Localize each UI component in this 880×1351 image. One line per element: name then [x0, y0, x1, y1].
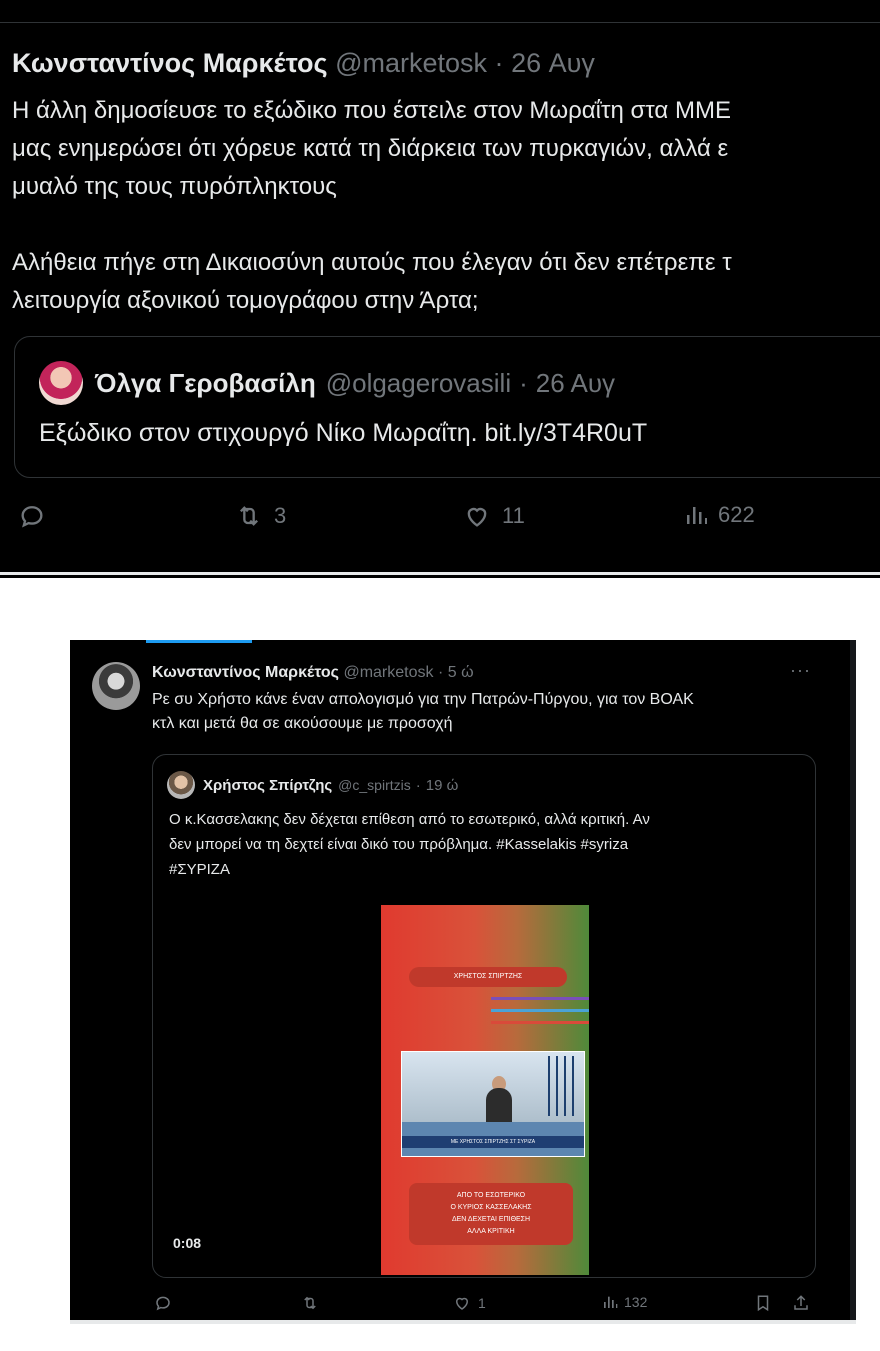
- tweet-line: #ΣΥΡΙΖΑ: [169, 861, 230, 878]
- avatar[interactable]: [92, 662, 140, 710]
- video-caption-top: ΧΡΗΣΤΟΣ ΣΠΙΡΤΖΗΣ: [409, 967, 567, 987]
- author-name[interactable]: Κωνσταντίνος Μαρκέτος: [152, 664, 339, 681]
- quoted-tweet-date[interactable]: 26 Αυγ: [536, 368, 615, 399]
- tweet-text: Η άλλη δημοσίευσε το εξώδικο που έστειλε…: [12, 92, 880, 320]
- tweet-actions: 3 11 622: [18, 502, 878, 542]
- tweet-line: κτλ και μετά θα σε ακούσουμε με προσοχή: [152, 715, 453, 732]
- retweet-icon: [240, 506, 258, 526]
- separator: ·: [519, 367, 528, 398]
- accent-bar: [146, 640, 252, 643]
- retweet-icon: [304, 1296, 316, 1310]
- like-button[interactable]: 1: [452, 1294, 486, 1312]
- share-button[interactable]: [792, 1294, 810, 1312]
- reply-icon: [21, 506, 43, 528]
- tweet-line: μυαλό της τους πυρόπληκτους: [12, 173, 337, 200]
- reply-button[interactable]: [18, 502, 46, 530]
- separator: ·: [415, 776, 421, 794]
- retweet-button[interactable]: 3: [234, 502, 286, 530]
- retweet-button[interactable]: [300, 1294, 320, 1312]
- tweet-header: Κωνσταντίνος Μαρκέτος @marketosk · 26 Αυ…: [12, 48, 595, 79]
- decorative-stripe: [491, 997, 589, 1000]
- like-count: 1: [478, 1295, 486, 1311]
- tweet-date[interactable]: 26 Αυγ: [511, 48, 595, 78]
- tweet-1[interactable]: Κωνσταντίνος Μαρκέτος @marketosk · 26 Αυ…: [0, 0, 880, 578]
- views-icon: [604, 1296, 618, 1308]
- bookmark-button[interactable]: [754, 1294, 772, 1312]
- tweet-line: Η άλλη δημοσίευσε το εξώδικο που έστειλε…: [12, 97, 731, 124]
- share-icon: [794, 1295, 808, 1310]
- tweet-line: λειτουργία αξονικού τομογράφου στην Άρτα…: [12, 287, 479, 314]
- decorative-stripe: [491, 1009, 589, 1012]
- view-count: 132: [624, 1294, 648, 1310]
- quoted-author-handle[interactable]: @c_spirtzis: [338, 777, 411, 793]
- tweet-text: Ρε συ Χρήστο κάνε έναν απολογισμό για τη…: [152, 688, 832, 736]
- separator: ·: [437, 664, 444, 681]
- decorative-stripe: [491, 1021, 589, 1024]
- reply-button[interactable]: [154, 1294, 172, 1312]
- avatar[interactable]: [167, 771, 195, 799]
- retweet-count: 3: [274, 503, 287, 528]
- quoted-author-name[interactable]: Όλγα Γεροβασίλη: [95, 368, 316, 399]
- tweet-line: Ο κ.Κασσελακης δεν δέχεται επίθεση από τ…: [169, 811, 650, 828]
- divider: [0, 572, 880, 575]
- tweet-header: Κωνσταντίνος Μαρκέτος @marketosk · 5 ώ: [152, 664, 474, 682]
- quoted-tweet-header: Χρήστος Σπίρτζης @c_spirtzis · 19 ώ: [167, 771, 458, 799]
- like-icon: [455, 1297, 469, 1310]
- tweet-line: Ρε συ Χρήστο κάνε έναν απολογισμό για τη…: [152, 691, 694, 708]
- tweet-2[interactable]: Κωνσταντίνος Μαρκέτος @marketosk · 5 ώ ·…: [70, 640, 856, 1324]
- tweet-line: μας ενημερώσει ότι χόρευε κατά τη διάρκε…: [12, 135, 729, 162]
- tweet-line: δεν μπορεί να τη δεχτεί είναι δικό του π…: [169, 836, 629, 853]
- author-handle[interactable]: @marketosk: [335, 48, 487, 78]
- quoted-tweet[interactable]: Όλγα Γεροβασίλη @olgagerovasili · 26 Αυγ…: [14, 336, 880, 478]
- author-handle[interactable]: @marketosk: [343, 664, 433, 681]
- views-button[interactable]: 622: [684, 502, 755, 528]
- like-button[interactable]: 11: [462, 502, 525, 530]
- author-name[interactable]: Κωνσταντίνος Μαρκέτος: [12, 48, 328, 78]
- divider: [70, 1320, 856, 1324]
- video-caption-bottom: ΑΠΟ ΤΟ ΕΣΩΤΕΡΙΚΟ Ο ΚΥΡΙΟΣ ΚΑΣΣΕΛΑΚΗΣ ΔΕΝ…: [409, 1183, 573, 1245]
- sidebar-edge: [850, 640, 856, 1324]
- tweet-time[interactable]: 5 ώ: [448, 664, 474, 681]
- quoted-tweet-text: Ο κ.Κασσελακης δεν δέχεται επίθεση από τ…: [169, 807, 809, 882]
- view-count: 622: [718, 502, 755, 527]
- like-icon: [467, 507, 487, 527]
- caption-line: Ο ΚΥΡΙΟΣ ΚΑΣΣΕΛΑΚΗΣ: [450, 1204, 532, 1211]
- bookmark-icon: [757, 1295, 769, 1312]
- video-duration: 0:08: [173, 1235, 202, 1251]
- like-count: 11: [502, 503, 525, 528]
- caption-line: ΑΛΛΑ ΚΡΙΤΙΚΗ: [467, 1228, 515, 1235]
- caption-line: ΑΠΟ ΤΟ ΕΣΩΤΕΡΙΚΟ: [456, 1192, 526, 1199]
- video-ticker: ΜΕ ΧΡΗΣΤΟΣ ΣΠΙΡΤΖΗΣ ΣΤ ΣΥΡΙΖΑ: [402, 1136, 584, 1148]
- quoted-tweet-header: Όλγα Γεροβασίλη @olgagerovasili · 26 Αυγ: [39, 361, 615, 405]
- quoted-tweet[interactable]: Χρήστος Σπίρτζης @c_spirtzis · 19 ώ Ο κ.…: [152, 754, 816, 1278]
- views-icon: [687, 507, 707, 524]
- quoted-tweet-text: Εξώδικο στον στιχουργό Νίκο Μωραΐτη. bit…: [39, 419, 648, 447]
- caption-line: ΔΕΝ ΔΕΧΕΤΑΙ ΕΠΙΘΕΣΗ: [451, 1216, 531, 1223]
- avatar[interactable]: [39, 361, 83, 405]
- more-icon[interactable]: ···: [790, 660, 811, 681]
- video-frame: ΜΕ ΧΡΗΣΤΟΣ ΣΠΙΡΤΖΗΣ ΣΤ ΣΥΡΙΖΑ: [401, 1051, 585, 1157]
- divider: [0, 22, 880, 23]
- quoted-tweet-time[interactable]: 19 ώ: [426, 777, 459, 794]
- tweet-actions: 1 132: [70, 1290, 856, 1320]
- quoted-author-handle[interactable]: @olgagerovasili: [326, 368, 511, 399]
- views-button[interactable]: 132: [602, 1294, 647, 1310]
- reply-icon: [156, 1296, 170, 1311]
- tweet-line: Αλήθεια πήγε στη Δικαιοσύνη αυτούς που έ…: [12, 249, 732, 276]
- video-player[interactable]: ΧΡΗΣΤΟΣ ΣΠΙΡΤΖΗΣ ΜΕ ΧΡΗΣΤΟΣ ΣΠΙΡΤΖΗΣ ΣΤ …: [381, 905, 589, 1275]
- quoted-author-name[interactable]: Χρήστος Σπίρτζης: [203, 777, 332, 794]
- separator: ·: [494, 48, 504, 78]
